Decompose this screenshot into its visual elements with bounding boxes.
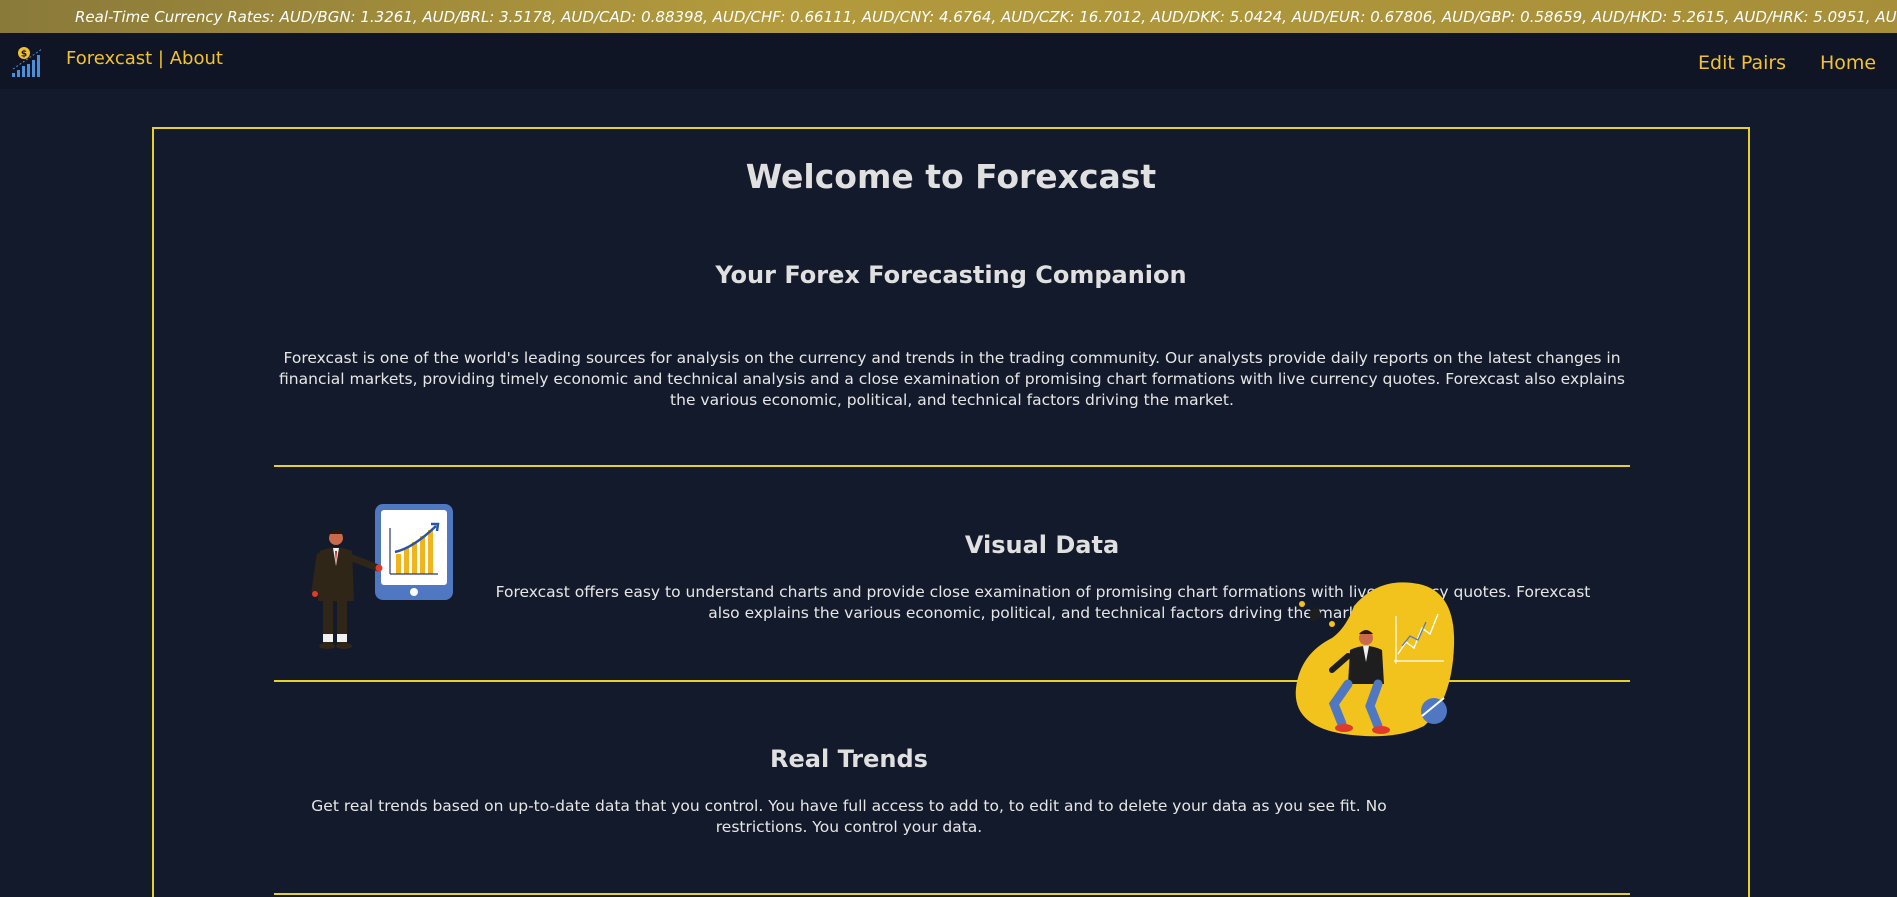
page-title: Welcome to Forexcast bbox=[745, 157, 1157, 196]
about-link[interactable]: About bbox=[170, 48, 223, 69]
page-subtitle: Your Forex Forecasting Companion bbox=[715, 261, 1187, 289]
svg-text:$: $ bbox=[21, 50, 27, 60]
home-link[interactable]: Home bbox=[1820, 52, 1876, 74]
divider bbox=[274, 465, 1630, 467]
real-trends-text: Get real trends based on up-to-date data… bbox=[311, 797, 1387, 836]
currency-ticker: Real-Time Currency Rates: AUD/BGN: 1.326… bbox=[0, 0, 1897, 33]
edit-pairs-link[interactable]: Edit Pairs bbox=[1698, 52, 1786, 74]
forex-logo-icon[interactable]: $ bbox=[10, 45, 48, 79]
ticker-text: Real-Time Currency Rates: AUD/BGN: 1.326… bbox=[75, 8, 1897, 26]
brand: Forexcast | About bbox=[66, 48, 223, 69]
visual-data-title: Visual Data bbox=[964, 531, 1120, 559]
navbar: $ Forexcast | About Edit Pairs Home bbox=[0, 33, 1897, 89]
analyst-trends-illustration bbox=[1295, 582, 1455, 737]
presenter-chart-illustration bbox=[311, 504, 453, 649]
divider bbox=[274, 893, 1630, 895]
brand-separator: | bbox=[157, 48, 164, 69]
intro-paragraph: Forexcast is one of the world's leading … bbox=[279, 349, 1625, 409]
real-trends-title: Real Trends bbox=[770, 745, 928, 773]
welcome-card: Welcome to Forexcast Your Forex Forecast… bbox=[152, 127, 1750, 897]
brand-link[interactable]: Forexcast bbox=[66, 48, 152, 69]
